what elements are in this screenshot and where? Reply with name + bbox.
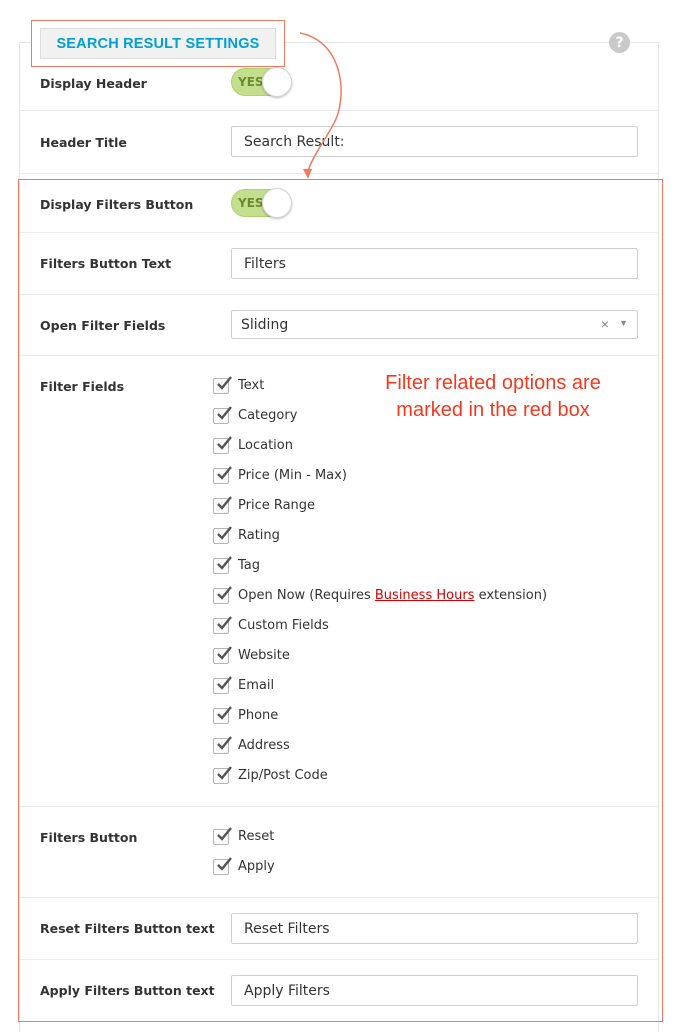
open-filter-fields-select[interactable]: Sliding × ▼ (231, 310, 638, 339)
annotation-text: Filter related options are marked in the… (340, 370, 646, 424)
checkbox[interactable] (213, 736, 232, 754)
checkbox[interactable] (213, 376, 232, 394)
row-display-filters-button: Display Filters Button YES (20, 174, 658, 233)
reset-filters-text-input[interactable] (231, 913, 638, 944)
row-reset-filters-button-text: Reset Filters Button text (20, 898, 658, 960)
checkbox-label: Text (238, 378, 265, 393)
toggle-state: YES (238, 75, 264, 89)
checkbox-label: Open Now (Requires Business Hours extens… (238, 588, 547, 603)
row-label: Filter Fields (40, 379, 125, 394)
checkbox-label: Zip/Post Code (238, 768, 328, 783)
row-label: Filters Button (40, 830, 138, 845)
checkbox-label: Email (238, 678, 275, 693)
checkbox-label: Price (Min - Max) (238, 468, 347, 483)
checkbox[interactable] (213, 616, 232, 634)
header-title-input[interactable] (231, 126, 638, 157)
open-now-prefix: Open Now (Requires (238, 588, 375, 603)
annotation-line-2: marked in the red box (396, 399, 590, 421)
filters-button-text-input[interactable] (231, 248, 638, 279)
row-label: Open Filter Fields (40, 318, 166, 333)
checkbox[interactable] (213, 646, 232, 664)
checkbox[interactable] (213, 406, 232, 424)
checkbox-label: Website (238, 648, 290, 663)
row-label: Header Title (40, 135, 127, 150)
display-header-toggle[interactable]: YES (231, 67, 292, 97)
checkbox[interactable] (213, 586, 232, 604)
checkbox-label: Price Range (238, 498, 316, 513)
checkbox-label: Phone (238, 708, 279, 723)
row-label: Display Header (40, 76, 147, 91)
select-value: Sliding (241, 317, 289, 333)
checkbox[interactable] (213, 526, 232, 544)
checkbox-label: Address (238, 738, 290, 753)
section-tab-label: SEARCH RESULT SETTINGS (56, 35, 260, 52)
section-tab-highlight: SEARCH RESULT SETTINGS (31, 20, 285, 67)
checkbox-label: Custom Fields (238, 618, 329, 633)
checkbox-label: Tag (238, 558, 261, 573)
checkbox-label: Apply (238, 859, 275, 874)
checkbox[interactable] (213, 556, 232, 574)
checkbox-label: Category (238, 408, 298, 423)
checkbox-label: Reset (238, 829, 275, 844)
checkbox[interactable] (213, 496, 232, 514)
checkbox-label: Rating (238, 528, 280, 543)
clear-selection-icon[interactable]: × (601, 316, 609, 332)
row-header-title: Header Title (20, 111, 658, 174)
help-icon[interactable]: ? (609, 32, 630, 53)
row-open-filter-fields: Open Filter Fields Sliding × ▼ (20, 295, 658, 356)
toggle-knob (262, 67, 292, 97)
checkbox[interactable] (213, 676, 232, 694)
row-label: Display Filters Button (40, 197, 194, 212)
display-filters-button-toggle[interactable]: YES (231, 188, 292, 218)
business-hours-link[interactable]: Business Hours (375, 588, 475, 603)
toggle-knob (262, 188, 292, 218)
open-now-suffix: extension) (474, 588, 548, 603)
checkbox[interactable] (213, 706, 232, 724)
checkbox[interactable] (213, 857, 232, 875)
row-apply-filters-button-text: Apply Filters Button text (20, 960, 658, 1032)
row-label: Apply Filters Button text (40, 983, 215, 998)
checkbox-label: Location (238, 438, 293, 453)
annotation-line-1: Filter related options are (385, 372, 601, 394)
tab-search-result-settings[interactable]: SEARCH RESULT SETTINGS (40, 28, 276, 59)
checkbox[interactable] (213, 466, 232, 484)
row-label: Reset Filters Button text (40, 921, 215, 936)
checkbox[interactable] (213, 827, 232, 845)
row-label: Filters Button Text (40, 256, 172, 271)
row-filters-button-text: Filters Button Text (20, 233, 658, 295)
dropdown-arrow-icon[interactable]: ▼ (619, 318, 628, 328)
checkbox[interactable] (213, 436, 232, 454)
checkbox[interactable] (213, 766, 232, 784)
row-filters-button: Filters Button (20, 807, 658, 898)
apply-filters-text-input[interactable] (231, 975, 638, 1006)
toggle-state: YES (238, 196, 264, 210)
